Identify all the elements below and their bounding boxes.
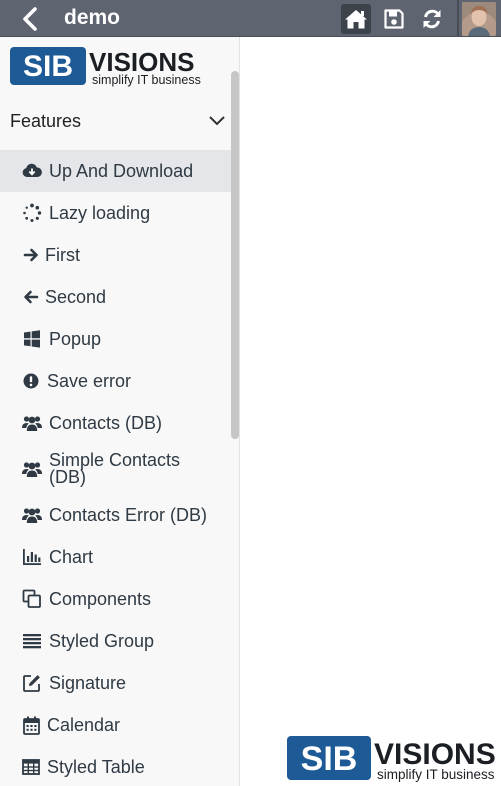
menu-item-label: Styled Group: [49, 630, 155, 651]
bar-chart-icon: [22, 547, 42, 567]
menu-item-label: Calendar: [47, 714, 121, 735]
sidebar: SIB VISIONS simplify IT business Feature…: [0, 37, 240, 786]
features-section-header[interactable]: Features: [0, 100, 232, 142]
back-button[interactable]: [16, 4, 46, 34]
menu-item-calendar[interactable]: Calendar: [0, 704, 232, 746]
spinner-icon: [22, 203, 42, 223]
users-icon: [22, 505, 42, 525]
chevron-down-icon: [209, 116, 225, 126]
menu-item-save-error[interactable]: Save error: [0, 360, 232, 402]
windows-icon: [22, 329, 42, 349]
menu-item-label: Up And Download: [49, 160, 194, 181]
features-menu: Up And Download Lazy loading First Secon…: [0, 150, 232, 786]
menu-item-signature[interactable]: Signature: [0, 662, 232, 704]
app-title: demo: [64, 6, 121, 29]
menu-item-label: Contacts Error (DB): [49, 504, 208, 525]
sibvisions-footer-logo: SIB VISIONS simplify IT business: [287, 736, 496, 782]
table-icon: [22, 757, 40, 777]
menu-item-label: Popup: [49, 328, 102, 349]
users-icon: [22, 459, 42, 479]
main-content: [240, 37, 501, 786]
menu-item-label: Save error: [47, 370, 132, 391]
menu-item-styled-group[interactable]: Styled Group: [0, 620, 232, 662]
menu-item-label: Contacts (DB): [49, 412, 163, 433]
menu-item-lazy-loading[interactable]: Lazy loading: [0, 192, 232, 234]
chevron-left-icon: [23, 7, 37, 31]
users-icon: [22, 413, 42, 433]
menu-item-label: Lazy loading: [49, 202, 151, 223]
menu-item-label: First: [45, 244, 80, 265]
menu-item-label: Simple Contacts (DB): [49, 450, 181, 487]
top-bar: demo: [0, 0, 501, 37]
svg-text:simplify IT business: simplify IT business: [92, 73, 201, 87]
sibvisions-logo: SIB VISIONS simplify IT business: [10, 47, 201, 87]
section-title: Features: [10, 111, 82, 131]
menu-item-label: Components: [49, 588, 152, 609]
user-avatar[interactable]: [462, 2, 496, 36]
menu-item-components[interactable]: Components: [0, 578, 232, 620]
list-lines-icon: [22, 631, 42, 651]
save-button[interactable]: [379, 4, 409, 34]
menu-item-simple-contacts-db[interactable]: Simple Contacts (DB): [0, 444, 232, 494]
exclamation-circle-icon: [22, 371, 40, 391]
home-button[interactable]: [341, 4, 371, 34]
menu-item-label: Chart: [49, 546, 94, 567]
menu-item-label: Signature: [49, 672, 127, 693]
toolbar-divider: [457, 0, 459, 37]
svg-text:simplify IT business: simplify IT business: [377, 767, 495, 782]
home-icon: [345, 10, 367, 29]
menu-item-label: Styled Table: [47, 756, 145, 777]
arrow-left-icon: [22, 287, 40, 307]
refresh-icon: [423, 9, 441, 29]
menu-item-first[interactable]: First: [0, 234, 232, 276]
save-icon: [384, 9, 404, 29]
menu-item-contacts-error-db[interactable]: Contacts Error (DB): [0, 494, 232, 536]
menu-item-label: Second: [45, 286, 107, 307]
sidebar-scrollbar[interactable]: [231, 71, 239, 439]
refresh-button[interactable]: [417, 4, 447, 34]
calendar-icon: [22, 715, 40, 735]
menu-item-chart[interactable]: Chart: [0, 536, 232, 578]
cloud-download-icon: [22, 161, 42, 181]
pencil-square-icon: [22, 673, 42, 693]
menu-item-popup[interactable]: Popup: [0, 318, 232, 360]
svg-text:SIB: SIB: [301, 740, 358, 778]
avatar-photo: [462, 2, 496, 36]
arrow-right-icon: [22, 245, 40, 265]
menu-item-second[interactable]: Second: [0, 276, 232, 318]
menu-item-up-and-download[interactable]: Up And Download: [0, 150, 232, 192]
clone-icon: [22, 589, 42, 609]
svg-text:SIB: SIB: [23, 50, 73, 83]
menu-item-contacts-db[interactable]: Contacts (DB): [0, 402, 232, 444]
menu-item-styled-table[interactable]: Styled Table: [0, 746, 232, 786]
